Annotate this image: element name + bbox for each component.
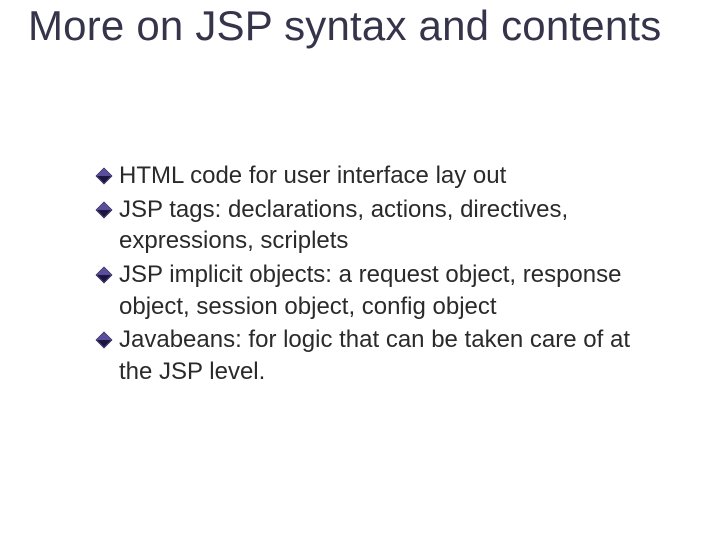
slide-body: HTML code for user interface lay out JSP…: [98, 160, 668, 390]
list-item: JSP tags: declarations, actions, directi…: [98, 194, 668, 257]
list-item: HTML code for user interface lay out: [98, 160, 668, 192]
list-item: Javabeans: for logic that can be taken c…: [98, 324, 668, 387]
diamond-bullet-icon: [96, 201, 113, 218]
slide-title: More on JSP syntax and contents: [28, 2, 688, 49]
list-item-text: JSP tags: declarations, actions, directi…: [119, 194, 668, 257]
list-item-text: HTML code for user interface lay out: [119, 160, 506, 192]
diamond-bullet-icon: [96, 168, 113, 185]
diamond-bullet-icon: [96, 267, 113, 284]
diamond-bullet-icon: [96, 332, 113, 349]
slide: More on JSP syntax and contents HTML cod…: [0, 0, 720, 540]
list-item: JSP implicit objects: a request object, …: [98, 259, 668, 322]
list-item-text: Javabeans: for logic that can be taken c…: [119, 324, 668, 387]
list-item-text: JSP implicit objects: a request object, …: [119, 259, 668, 322]
